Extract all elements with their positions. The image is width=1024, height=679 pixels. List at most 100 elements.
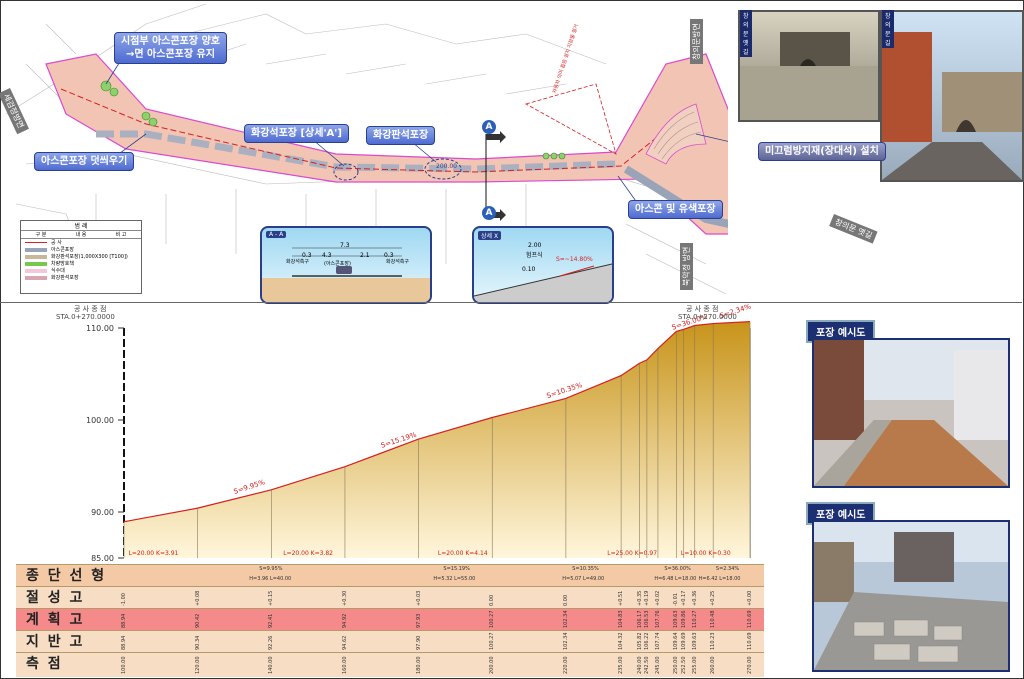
- plan-height-cell: 100.27: [489, 610, 496, 629]
- legend-swatch: [25, 247, 47, 252]
- vertical-curve-label: H=5.32 L=55.00: [433, 576, 476, 582]
- detail-aa-dim-side: 2.1: [360, 252, 370, 259]
- detail-x-label: 험프식: [526, 252, 543, 259]
- ground-height-cell: 109.69: [680, 632, 687, 651]
- vertical-curve-label: H=6.42 L=18.00: [698, 576, 741, 582]
- detail-aa-label-left: 화강석측구: [286, 259, 310, 265]
- ground-height-cell: 107.74: [654, 632, 661, 651]
- longitudinal-profile: 85.00 90.00 100.00 110.00 S=9.95% S=15.19% S=…: [2, 300, 802, 562]
- y-tick-label: 85.00: [91, 554, 114, 562]
- legend-item-label: 화강판석포장(1,000X300 [T100]): [51, 254, 128, 260]
- station-cell: 100.00: [121, 656, 127, 675]
- legend-item: 공 사: [21, 239, 141, 246]
- cut-fill-cell: -0.01: [673, 593, 680, 606]
- circle-label: 200.00: [436, 163, 457, 170]
- station-cell: 250.00: [673, 656, 680, 675]
- vertical-curve-label: H=5.07 L=49.00: [562, 576, 605, 582]
- vertical-curve-label: H=3.96 L=40.00: [249, 576, 292, 582]
- legend-header-note: 비 고: [115, 232, 127, 238]
- ground-height-cell: 105.82: [636, 632, 643, 651]
- ground-height-cell: 109.64: [673, 632, 680, 651]
- historical-photo-label: 창의문 옛길: [740, 10, 752, 57]
- ground-height-cell: 102.34: [562, 632, 569, 651]
- cut-fill-cell: +0.51: [618, 590, 625, 606]
- gate-street-photo-label: 창의문길: [882, 10, 894, 48]
- paving-example-photo-top-image: [814, 340, 1008, 486]
- callout-overlay: 아스콘포장 덧씌우기: [34, 152, 135, 171]
- segment-label: L=25.00 K=0.97: [607, 550, 657, 557]
- legend-swatch: [25, 268, 47, 273]
- table-row-cut-fill: [16, 586, 764, 609]
- cut-fill-cell: +0.36: [691, 590, 698, 606]
- plan-height-cell: 104.83: [618, 610, 625, 629]
- legend: 범 례 구 분 내 용 비 고 공 사 아스콘포장 화강판석포장(1,000X3…: [20, 220, 142, 294]
- ground-height-cell: 88.94: [121, 635, 127, 650]
- plan-height-cell: 110.69: [747, 610, 753, 629]
- ground-height-cell: 109.63: [691, 632, 698, 651]
- cut-fill-cell: -1.00: [121, 593, 127, 606]
- table-slope-label: S=2.34%: [715, 566, 740, 572]
- station-cell: 240.00: [636, 656, 643, 675]
- ground-height-cell: 94.62: [341, 635, 348, 650]
- profile-table: 종 단 선 형 절 성 고 계 획 고 지 반 고 측 점 -1.00 +0.08…: [16, 564, 764, 677]
- plan-height-cell: 92.41: [268, 613, 275, 628]
- legend-item-label: 차량방호책: [51, 261, 75, 267]
- legend-header-content: 내 용: [75, 232, 87, 238]
- detail-x-dim-height: 0.10: [522, 266, 536, 273]
- legend-item: 식수대: [21, 267, 141, 274]
- table-row-station: [16, 652, 764, 677]
- row-label-cut-fill: 절 성 고: [26, 590, 85, 606]
- road-label-bottom: 북악정 방면: [680, 242, 693, 290]
- legend-title: 범 례: [21, 221, 141, 231]
- historical-photo-image: [740, 32, 878, 120]
- callout-granite-detail: 화강석포장 [상세'A']: [244, 124, 349, 143]
- ground-height-cell: 97.90: [415, 635, 422, 650]
- gate-street-photo-image: [882, 32, 1022, 180]
- legend-item: 화강판석포장: [21, 274, 141, 281]
- callout-intersection: 시점부 아스콘포장 양호 →면 아스콘포장 유지: [114, 32, 227, 64]
- station-cell: 220.00: [562, 656, 569, 675]
- plan-height-cell: 102.34: [562, 610, 569, 629]
- station-cell: 120.00: [194, 656, 201, 675]
- plan-height-cell: 107.76: [654, 610, 661, 629]
- cut-fill-cell: +0.25: [710, 590, 717, 606]
- legend-swatch: [25, 254, 47, 259]
- cut-fill-cell: +0.19: [643, 590, 650, 606]
- station-cell: 140.00: [268, 656, 275, 675]
- y-tick-label: 90.00: [91, 508, 114, 517]
- cut-fill-cell: +0.02: [654, 590, 661, 606]
- detail-x-slope: S=~14.80%: [556, 256, 593, 263]
- legend-swatch: [25, 242, 47, 243]
- profile-chart: 85.0090.00100.00110.00 S=9.95%S=15.19%S=…: [86, 302, 752, 562]
- plan-height-cell: 90.42: [194, 613, 201, 628]
- legend-item: 아스콘포장: [21, 246, 141, 253]
- cut-fill-cell: +0.35: [636, 590, 643, 606]
- cut-fill-cell: +0.30: [341, 590, 348, 606]
- ground-height-cell: 100.27: [489, 632, 496, 651]
- ground-height-cell: 90.34: [194, 635, 201, 650]
- segment-label: L=20.00 K=4.14: [438, 550, 488, 557]
- cut-fill-cell: +0.15: [268, 590, 275, 606]
- ground-height-cell: 110.69: [747, 632, 753, 651]
- plan-height-cell: 88.94: [121, 613, 127, 628]
- plan-height-cell: 109.63: [673, 610, 680, 629]
- station-cell: 242.50: [643, 656, 650, 675]
- station-cell: 255.00: [691, 656, 698, 675]
- plan-height-cell: 106.53: [643, 610, 650, 629]
- plan-height-cell: 97.93: [415, 613, 422, 628]
- legend-item-label: 공 사: [51, 240, 62, 246]
- station-cell: 235.00: [618, 656, 625, 675]
- callout-anti-slip: 미끄럼방지재(장대석) 설치: [758, 142, 886, 161]
- detail-aa-dim-lane: 4.3: [322, 252, 332, 259]
- station-cell: 180.00: [415, 656, 422, 675]
- paving-example-photo-bottom: [812, 520, 1010, 672]
- cut-fill-cell: 0.00: [489, 594, 496, 606]
- start-station: STA.0+270.0000: [56, 313, 115, 321]
- plan-height-cell: 94.92: [341, 613, 348, 628]
- legend-item-label: 화강판석포장: [51, 275, 79, 281]
- detail-x-dim-width: 2.00: [528, 242, 542, 249]
- table-slope-label: S=36.00%: [664, 566, 691, 572]
- detail-x: 상세 X 2.00 험프식 0.10 S=~14.80%: [472, 226, 614, 304]
- legend-swatch: [25, 261, 47, 266]
- segment-label: L=10.00 K=0.30: [681, 550, 731, 557]
